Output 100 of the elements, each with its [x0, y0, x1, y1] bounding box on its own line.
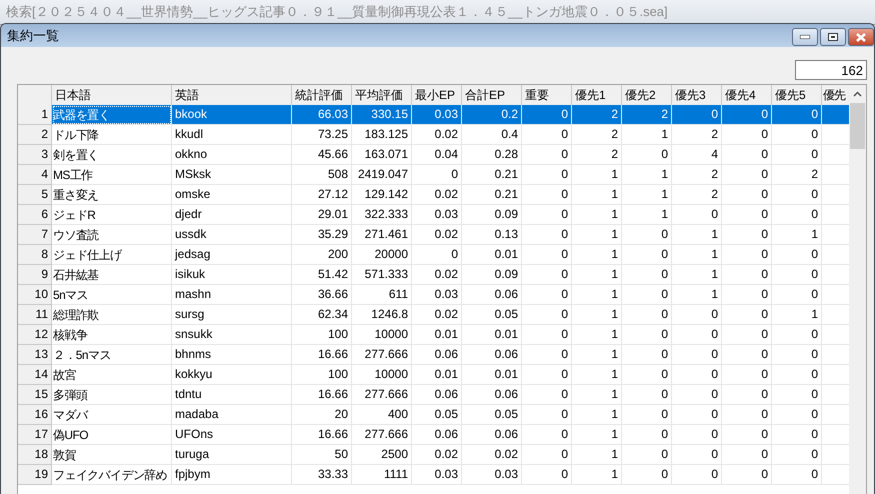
row-number[interactable]: 3	[18, 145, 52, 165]
table-cell: isikuk	[172, 265, 292, 285]
column-header[interactable]: 統計評価	[292, 85, 352, 106]
row-number[interactable]: 10	[18, 285, 52, 305]
maximize-button[interactable]	[820, 28, 846, 46]
column-header[interactable]: 日本語	[52, 85, 172, 106]
table-cell: 4	[672, 145, 722, 165]
table-cell: 0	[672, 425, 722, 445]
table-cell: 1	[672, 225, 722, 245]
column-header[interactable]: 優先3	[672, 85, 722, 106]
scroll-thumb[interactable]	[850, 103, 865, 149]
table-cell: 0.01	[462, 325, 522, 345]
table-cell: 武器を置く	[52, 105, 172, 125]
close-icon	[856, 32, 866, 42]
column-header[interactable]: 優先5	[772, 85, 822, 106]
close-button[interactable]	[848, 28, 874, 46]
row-number[interactable]: 18	[18, 445, 52, 465]
table-cell: 0	[722, 305, 772, 325]
table-cell: tdntu	[172, 385, 292, 405]
table-cell: 51.42	[292, 265, 352, 285]
row-number[interactable]: 5	[18, 185, 52, 205]
column-header[interactable]: 優先	[822, 85, 849, 106]
column-header[interactable]: 最小EP	[412, 85, 462, 106]
table-cell: 0	[722, 445, 772, 465]
table-cell: 1	[622, 185, 672, 205]
table-cell: 2	[572, 105, 622, 125]
table-cell: kkudl	[172, 125, 292, 145]
table-cell: bhnms	[172, 345, 292, 365]
table-cell: 0	[772, 345, 822, 365]
row-number[interactable]: 4	[18, 165, 52, 185]
column-header[interactable]: 英語	[172, 85, 292, 106]
row-number[interactable]: 2	[18, 125, 52, 145]
column-header[interactable]: 重要	[522, 85, 572, 106]
row-number[interactable]: 14	[18, 365, 52, 385]
table-cell: 10000	[352, 325, 412, 345]
table-cell: 0	[622, 365, 672, 385]
table-cell: 1	[672, 285, 722, 305]
table-cell: snsukk	[172, 325, 292, 345]
table-cell: 0	[522, 325, 572, 345]
table-cell: 0	[522, 145, 572, 165]
row-number[interactable]: 6	[18, 205, 52, 225]
column-header[interactable]: 優先4	[722, 85, 772, 106]
table-cell: sursg	[172, 305, 292, 325]
row-number[interactable]: 11	[18, 305, 52, 325]
minimize-button[interactable]	[792, 28, 818, 46]
table-cell: 1	[572, 185, 622, 205]
row-number[interactable]: 19	[18, 465, 52, 485]
corner-header	[18, 85, 52, 106]
column-header[interactable]: 優先2	[622, 85, 672, 106]
table-cell: 0	[722, 125, 772, 145]
table-cell: ドル下降	[52, 125, 172, 145]
row-number[interactable]: 7	[18, 225, 52, 245]
table-cell: 0	[722, 365, 772, 385]
table-cell: 1	[572, 245, 622, 265]
table-cell: 0	[772, 325, 822, 345]
column-header[interactable]: 合計EP	[462, 85, 522, 106]
minimize-icon	[800, 35, 810, 39]
table-cell: 0	[522, 125, 572, 145]
table-cell: 多弾頭	[52, 385, 172, 405]
table-cell: 0	[772, 245, 822, 265]
row-number[interactable]: 15	[18, 385, 52, 405]
row-number[interactable]: 17	[18, 425, 52, 445]
table-cell: kokkyu	[172, 365, 292, 385]
table-cell: 0	[622, 425, 672, 445]
scroll-up-icon[interactable]	[853, 91, 862, 97]
table-cell: 0	[772, 125, 822, 145]
table-cell: 508	[292, 165, 352, 185]
table-cell: 2	[772, 165, 822, 185]
row-number[interactable]: 8	[18, 245, 52, 265]
table-cell: 0	[772, 285, 822, 305]
row-number[interactable]: 12	[18, 325, 52, 345]
table-cell: ジェド仕上げ	[52, 245, 172, 265]
table-cell: mashn	[172, 285, 292, 305]
column-header[interactable]: 優先1	[572, 85, 622, 106]
table-cell: 0.06	[412, 345, 462, 365]
row-number[interactable]: 16	[18, 405, 52, 425]
table-cell: 0	[772, 365, 822, 385]
table-cell: 1	[572, 165, 622, 185]
table-cell: 277.666	[352, 345, 412, 365]
restore-icon	[828, 33, 838, 41]
column-header[interactable]: 平均評価	[352, 85, 412, 106]
table-cell: 2	[572, 145, 622, 165]
row-number[interactable]: 13	[18, 345, 52, 365]
row-number[interactable]: 9	[18, 265, 52, 285]
table-cell: 0	[772, 265, 822, 285]
table-cell: 5nマス	[52, 285, 172, 305]
table-cell	[822, 105, 849, 125]
table-cell: 1	[572, 445, 622, 465]
table-cell: 1111	[352, 465, 412, 485]
table-cell: ジェドR	[52, 205, 172, 225]
table-cell: 0.09	[462, 265, 522, 285]
table-cell: 0	[672, 345, 722, 365]
table-cell: 20000	[352, 245, 412, 265]
table-cell: 0	[722, 465, 772, 485]
table-cell: 1	[572, 465, 622, 485]
table-cell: 0	[622, 145, 672, 165]
scrollbar[interactable]	[849, 85, 866, 494]
table-cell: 0.01	[462, 245, 522, 265]
row-number[interactable]: 1	[18, 105, 52, 125]
table-cell: 0	[522, 365, 572, 385]
